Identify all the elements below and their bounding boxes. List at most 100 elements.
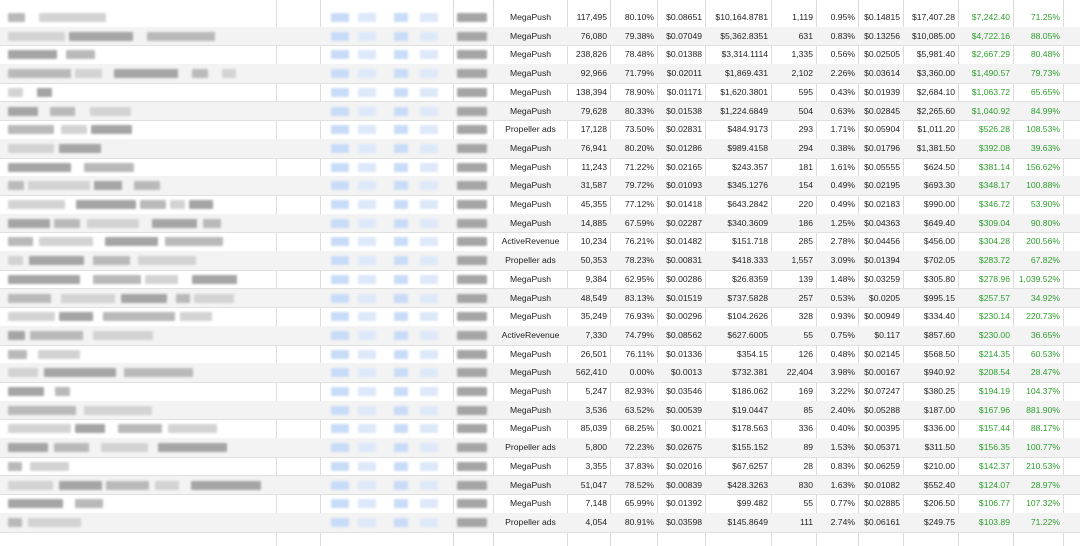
redacted-id-block bbox=[331, 293, 349, 303]
redacted-name-block bbox=[30, 461, 69, 471]
table-row[interactable]: MegaPush 7,148 65.99% $0.01392 $99.482 55 0.77… bbox=[0, 494, 1080, 514]
cell-rate-percent: 0.77% bbox=[830, 498, 855, 509]
cell-count: 1,119 bbox=[792, 12, 813, 22]
cell-count: 181 bbox=[798, 161, 813, 172]
table-row[interactable]: MegaPush 51,047 78.52% $0.00839 $428.3263 830… bbox=[0, 475, 1080, 496]
cell-total: $19.0447 bbox=[732, 404, 768, 415]
redacted-name-block bbox=[94, 181, 122, 191]
redacted-id-block bbox=[420, 125, 438, 135]
cell-cost: $0.02831 bbox=[666, 124, 702, 135]
table-row[interactable]: MegaPush 92,966 71.79% $0.02011 $1,869.431 2,… bbox=[0, 64, 1080, 84]
cell-roi: 71.22% bbox=[1030, 516, 1060, 527]
table-row[interactable]: MegaPush 45,355 77.12% $0.01418 $643.2842 220… bbox=[0, 195, 1080, 215]
redacted-name-block bbox=[8, 293, 51, 303]
cell-network: Propeller ads bbox=[505, 516, 556, 527]
cell-revenue: $311.50 bbox=[924, 442, 955, 453]
table-row[interactable]: MegaPush 31,587 79.72% $0.01093 $345.1276 154… bbox=[0, 176, 1080, 196]
redacted-id-block bbox=[394, 405, 408, 415]
redacted-id-block bbox=[394, 200, 408, 209]
table-row[interactable]: MegaPush 76,941 80.20% $0.01286 $989.4158 294… bbox=[0, 138, 1080, 159]
table-row[interactable]: MegaPush 117,495 80.10% $0.08651 $10,164.878… bbox=[0, 8, 1080, 28]
table-row[interactable]: Propeller ads 50,353 78.23% $0.00831 $418.33… bbox=[0, 251, 1080, 271]
redacted-id-block bbox=[394, 106, 408, 116]
table-row[interactable]: MegaPush 5,247 82.93% $0.03546 $186.062 169 3.… bbox=[0, 382, 1080, 402]
cell-revenue: $649.40 bbox=[923, 217, 955, 228]
redacted-id-block bbox=[331, 405, 349, 415]
cell-profit: $142.37 bbox=[978, 460, 1010, 471]
cell-network: MegaPush bbox=[509, 217, 552, 228]
table-row[interactable]: MegaPush 11,243 71.22% $0.02165 $243.357 181 1… bbox=[0, 158, 1080, 178]
cell-percent: 80.91% bbox=[624, 516, 654, 527]
cell-percent: 78.48% bbox=[624, 49, 654, 60]
cell-revenue: $995.15 bbox=[923, 292, 955, 303]
redacted-name-block bbox=[93, 274, 141, 284]
cell-visits: 562,410 bbox=[575, 367, 607, 378]
table-row[interactable]: MegaPush 26,501 76.11% $0.01336 $354.15 126 0.… bbox=[0, 345, 1080, 365]
cell-percent: 82.93% bbox=[624, 386, 654, 396]
cell-count: 55 bbox=[803, 329, 813, 340]
table-row[interactable]: MegaPush 3,355 37.83% $0.02016 $67.6257 28 0.8… bbox=[0, 457, 1080, 477]
cell-count: 85 bbox=[803, 404, 813, 415]
cell-percent: 0.00% bbox=[629, 367, 654, 378]
redacted-id-block bbox=[394, 87, 408, 97]
cell-cost: $0.02011 bbox=[666, 68, 702, 79]
table-row[interactable]: MegaPush 35,249 76.93% $0.00296 $104.2626 328… bbox=[0, 307, 1080, 327]
cell-network: MegaPush bbox=[509, 479, 552, 490]
table-row[interactable]: MegaPush 76,080 79.38% $0.07049 $5,362.8351 6… bbox=[0, 26, 1080, 47]
cell-revenue: $10,085.00 bbox=[911, 30, 955, 41]
cell-cost: $0.02165 bbox=[666, 161, 702, 172]
redacted-id-block bbox=[420, 387, 438, 396]
cell-percent: 73.50% bbox=[624, 124, 654, 135]
table-row[interactable]: MegaPush 9,384 62.95% $0.00286 $26.8359 139 1.… bbox=[0, 270, 1080, 290]
cell-profit: $208.54 bbox=[978, 367, 1010, 378]
redacted-name-block bbox=[138, 256, 196, 266]
table-row[interactable]: MegaPush 3,536 63.52% $0.00539 $19.0447 85 2.4… bbox=[0, 400, 1080, 421]
redacted-id-block bbox=[331, 387, 349, 396]
redacted-id-block bbox=[358, 274, 376, 284]
cell-count: 22,404 bbox=[786, 367, 813, 378]
redacted-name-block bbox=[222, 69, 236, 79]
cell-unit-rate: $0.01796 bbox=[864, 142, 900, 153]
cell-profit: $2,667.29 bbox=[971, 49, 1010, 60]
table-row[interactable]: MegaPush 85,039 68.25% $0.0021 $178.563 336 0.… bbox=[0, 419, 1080, 440]
table-row[interactable]: MegaPush 138,394 78.90% $0.01171 $1,620.3801… bbox=[0, 83, 1080, 103]
cell-visits: 31,587 bbox=[580, 180, 607, 191]
cell-roi: 100.88% bbox=[1026, 180, 1060, 191]
cell-unit-rate: $0.13256 bbox=[864, 30, 900, 41]
table-row[interactable]: MegaPush 48,549 83.13% $0.01519 $737.5828 257… bbox=[0, 288, 1080, 309]
table-row[interactable]: ActiveRevenue 7,330 74.79% $0.08562 $627.600… bbox=[0, 325, 1080, 346]
cell-cost: $0.03546 bbox=[666, 386, 702, 396]
cell-cost: $0.02287 bbox=[666, 217, 702, 228]
redacted-id-block bbox=[358, 87, 376, 97]
cell-profit: $1,063.72 bbox=[971, 86, 1010, 97]
table-row[interactable]: Propeller ads 5,800 72.23% $0.02675 $155.152… bbox=[0, 438, 1080, 458]
table-row[interactable]: Propeller ads 4,054 80.91% $0.03598 $145.864… bbox=[0, 512, 1080, 533]
table-row[interactable]: Propeller ads 17,128 73.50% $0.02831 $484.91… bbox=[0, 120, 1080, 140]
cell-total: $151.718 bbox=[732, 236, 768, 247]
cell-network: MegaPush bbox=[509, 30, 552, 41]
cell-percent: 37.83% bbox=[624, 460, 654, 471]
redacted-id-block bbox=[420, 106, 438, 116]
cell-rate-percent: 0.75% bbox=[830, 329, 855, 340]
table-row[interactable]: MegaPush 238,826 78.48% $0.01388 $3,314.1114… bbox=[0, 45, 1080, 66]
table-row[interactable]: MegaPush 14,885 67.59% $0.02287 $340.3609 186… bbox=[0, 213, 1080, 234]
redacted-code-block bbox=[457, 424, 487, 434]
redacted-name-block bbox=[8, 274, 80, 284]
cell-cost: $0.01388 bbox=[666, 49, 702, 60]
redacted-id-block bbox=[331, 125, 349, 135]
table-row[interactable]: ActiveRevenue 10,234 76.21% $0.01482 $151.71… bbox=[0, 232, 1080, 253]
cell-unit-rate: $0.14815 bbox=[864, 12, 900, 22]
cell-roi: 39.63% bbox=[1030, 142, 1060, 153]
redacted-id-block bbox=[394, 461, 408, 471]
cell-visits: 238,826 bbox=[575, 49, 607, 60]
cell-count: 504 bbox=[798, 105, 813, 116]
table-row[interactable]: MegaPush 79,628 80.33% $0.01538 $1,224.6849 5… bbox=[0, 101, 1080, 122]
redacted-id-block bbox=[420, 69, 438, 79]
cell-count: 154 bbox=[798, 180, 813, 191]
redacted-code-block bbox=[457, 143, 487, 153]
cell-unit-rate: $0.05555 bbox=[864, 161, 900, 172]
table-row[interactable]: MegaPush 562,410 0.00% $0.0013 $732.381 22,40… bbox=[0, 363, 1080, 383]
cell-profit: $346.72 bbox=[978, 199, 1010, 209]
cell-unit-rate: $0.02845 bbox=[864, 105, 900, 116]
redacted-id-block bbox=[331, 499, 349, 509]
